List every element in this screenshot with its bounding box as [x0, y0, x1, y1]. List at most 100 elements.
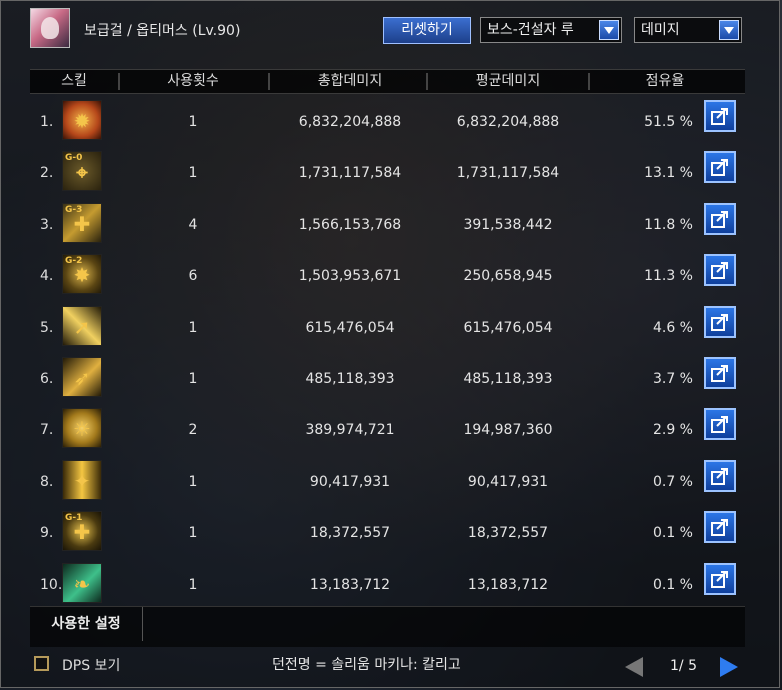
- table-row: 2. G-0 ⌖ 1 1,731,117,584 1,731,117,584 13.1 %: [30, 143, 745, 195]
- row-rank: 6.: [40, 371, 54, 387]
- row-total-damage: 1,731,117,584: [298, 165, 402, 182]
- table-row: 9. G-1 ✚ 1 18,372,557 18,372,557 0.1 %: [30, 503, 745, 555]
- row-total-damage: 615,476,054: [305, 319, 395, 336]
- row-uses: 1: [188, 114, 198, 130]
- export-icon: [711, 570, 728, 588]
- export-icon: [711, 262, 728, 280]
- skill-glyph: ➚: [73, 314, 91, 339]
- row-avg-damage: 615,476,054: [463, 319, 553, 336]
- export-icon: [711, 519, 728, 537]
- row-avg-damage: 18,372,557: [467, 525, 549, 542]
- row-avg-damage: 90,417,931: [467, 473, 549, 490]
- row-uses: 1: [188, 576, 198, 593]
- row-share: 3.7 %: [652, 371, 693, 387]
- export-button[interactable]: [704, 562, 736, 595]
- export-icon: [711, 108, 728, 125]
- page-indicator: 1/ 5: [670, 658, 697, 674]
- export-button[interactable]: [704, 254, 736, 287]
- row-total-damage: 13,183,712: [309, 576, 391, 593]
- row-avg-damage: 1,731,117,584: [456, 165, 560, 182]
- dps-label: DPS 보기: [62, 658, 121, 674]
- export-button[interactable]: [704, 511, 736, 544]
- metric-select[interactable]: 데미지: [634, 17, 742, 43]
- row-rank: 3.: [40, 216, 54, 233]
- reset-button[interactable]: 리셋하기: [383, 17, 471, 44]
- row-share: 11.3 %: [644, 268, 693, 285]
- used-settings-tab[interactable]: 사용한 설정: [30, 607, 143, 641]
- table-row: 7. ☼ 2 389,974,721 194,987,360 2.9 %: [30, 400, 745, 452]
- chevron-down-icon[interactable]: [719, 20, 739, 40]
- row-rank: 10.: [40, 576, 63, 593]
- export-icon: [711, 365, 728, 382]
- dungeon-name: 던전명 = 솔리움 마키나: 칼리고: [272, 657, 461, 673]
- row-avg-damage: 485,118,393: [463, 371, 553, 387]
- row-rank: 8.: [40, 473, 54, 490]
- row-rank: 2.: [40, 165, 54, 182]
- sun-gear-icon: ☼: [62, 408, 102, 449]
- panel-header: 보급걸 / 옵티머스 (Lv.90) 리셋하기 보스-건설자 루 데미지: [0, 0, 782, 62]
- skill-glyph: ⌖: [76, 160, 88, 185]
- skill-glyph: ✹: [73, 109, 91, 133]
- col-total: 총합데미지: [317, 73, 383, 89]
- col-share: 점유율: [645, 73, 685, 89]
- burst-shot-icon: ✦: [62, 459, 102, 500]
- col-skill: 스킬: [61, 73, 87, 89]
- row-rank: 5.: [40, 319, 54, 336]
- row-rank: 7.: [40, 422, 54, 439]
- row-rank: 9.: [40, 525, 54, 542]
- skill-glyph: ✦: [73, 468, 91, 493]
- row-share: 0.7 %: [652, 473, 693, 490]
- row-total-damage: 485,118,393: [305, 371, 395, 387]
- next-page-icon[interactable]: [720, 657, 738, 677]
- row-total-damage: 1,503,953,671: [298, 268, 402, 285]
- row-rank: 1.: [40, 114, 54, 130]
- export-icon: [711, 313, 728, 331]
- export-button[interactable]: [704, 408, 736, 441]
- g2-mine-icon: G-2 ✸: [62, 254, 102, 295]
- character-avatar: [30, 8, 70, 48]
- rocket-blast-icon: ➚: [62, 305, 102, 346]
- skill-glyph: ✚: [73, 520, 91, 545]
- col-uses: 사용횟수: [167, 73, 219, 89]
- boss-select[interactable]: 보스-건설자 루: [480, 17, 622, 43]
- row-uses: 1: [188, 473, 198, 490]
- table-row: 8. ✦ 1 90,417,931 90,417,931 0.7 %: [30, 452, 745, 504]
- character-name: 보급걸 / 옵티머스 (Lv.90): [84, 23, 241, 39]
- skill-glyph: ➶: [73, 366, 91, 390]
- row-share: 0.1 %: [652, 576, 693, 593]
- row-avg-damage: 13,183,712: [467, 576, 549, 593]
- prev-page-icon[interactable]: [625, 657, 643, 677]
- row-uses: 6: [188, 268, 198, 285]
- row-total-damage: 18,372,557: [309, 525, 391, 542]
- g3-grenade-icon: G-3 ✚: [62, 202, 102, 243]
- row-share: 13.1 %: [644, 165, 693, 182]
- export-button[interactable]: [704, 459, 736, 492]
- export-button[interactable]: [704, 100, 736, 132]
- chevron-down-icon[interactable]: [599, 20, 619, 40]
- row-uses: 1: [188, 371, 198, 387]
- row-uses: 1: [188, 165, 198, 182]
- flame-armor-icon: ✹: [62, 100, 102, 140]
- row-avg-damage: 194,987,360: [463, 422, 553, 439]
- export-button[interactable]: [704, 357, 736, 389]
- row-share: 0.1 %: [652, 525, 693, 542]
- export-icon: [711, 159, 728, 177]
- row-share: 4.6 %: [652, 319, 693, 336]
- row-uses: 4: [188, 216, 198, 233]
- row-share: 2.9 %: [652, 422, 693, 439]
- table-row: 5. ➚ 1 615,476,054 615,476,054 4.6 %: [30, 298, 745, 350]
- export-button[interactable]: [704, 202, 736, 235]
- dps-checkbox[interactable]: [34, 656, 49, 671]
- skill-glyph: ✸: [73, 263, 91, 288]
- export-icon: [711, 210, 728, 228]
- divider: [118, 73, 120, 90]
- row-share: 51.5 %: [644, 114, 693, 130]
- export-button[interactable]: [704, 305, 736, 338]
- row-rank: 4.: [40, 268, 54, 285]
- row-avg-damage: 6,832,204,888: [456, 114, 560, 130]
- boss-select-value: 보스-건설자 루: [487, 22, 574, 38]
- export-button[interactable]: [704, 151, 736, 184]
- table-row: 4. G-2 ✸ 6 1,503,953,671 250,658,945 11.3 %: [30, 246, 745, 298]
- skill-glyph: ✚: [73, 211, 91, 236]
- metric-select-value: 데미지: [641, 22, 680, 38]
